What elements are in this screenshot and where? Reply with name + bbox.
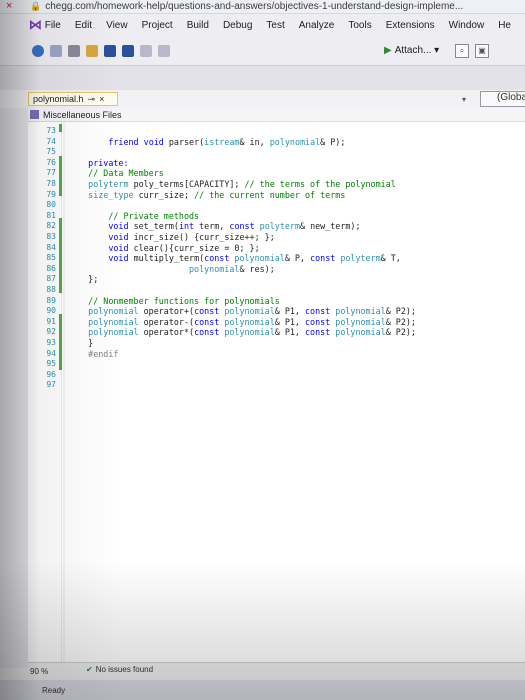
code-line[interactable]: void set_term(int term, const polyterm& … [68, 221, 518, 232]
code-line[interactable]: // Data Members [68, 168, 518, 179]
forward-icon[interactable] [50, 44, 62, 57]
find-icon[interactable]: ⌕ [455, 44, 469, 58]
line-number: 74 [46, 136, 56, 146]
code-line[interactable]: void multiply_term(const polynomial& P, … [68, 253, 518, 264]
menu-window[interactable]: Window [449, 20, 485, 31]
line-number: 94 [46, 348, 56, 358]
play-icon: ▶ [384, 45, 392, 56]
redo-icon[interactable] [158, 44, 170, 57]
code-line[interactable]: } [68, 338, 518, 349]
scope-dropdown[interactable]: (Globa [480, 91, 525, 107]
chevron-down-icon[interactable]: ▾ [462, 95, 466, 104]
project-context-bar[interactable]: Miscellaneous Files [28, 108, 525, 122]
change-marker [59, 314, 62, 370]
menu-extensions[interactable]: Extensions [386, 20, 435, 31]
left-tool-strip [0, 108, 28, 668]
code-line[interactable]: // Private methods [68, 211, 518, 222]
menu-bar: ⋈ File Edit View Project Build Debug Tes… [0, 14, 525, 36]
line-number: 85 [46, 253, 56, 263]
line-number: 80 [46, 200, 56, 210]
save-icon[interactable] [104, 44, 116, 57]
code-line[interactable]: polynomial& res); [68, 264, 518, 275]
menu-edit[interactable]: Edit [75, 20, 92, 31]
browser-address-bar[interactable]: × 🔒 chegg.com/homework-help/questions-an… [0, 0, 525, 14]
tab-label: polynomial.h [33, 94, 84, 104]
line-number: 97 [46, 380, 56, 390]
line-number: 73 [46, 126, 56, 135]
visual-studio-logo-icon: ⋈ [28, 17, 42, 32]
menu-project[interactable]: Project [142, 20, 173, 31]
line-number: 93 [46, 338, 56, 347]
tab-polynomial-h[interactable]: polynomial.h ⊸ × [28, 92, 118, 106]
line-number: 79 [46, 189, 56, 199]
line-number: 83 [46, 232, 56, 241]
menu-debug[interactable]: Debug [223, 20, 252, 31]
check-circle-icon: ✔ [86, 665, 93, 674]
code-line[interactable]: polyterm poly_terms[CAPACITY]; // the te… [68, 179, 518, 190]
code-line[interactable]: // Nonmember functions for polynomials [68, 296, 518, 307]
close-tab-icon[interactable]: × [99, 94, 104, 104]
issues-indicator[interactable]: ✔ No issues found [86, 665, 153, 674]
toolbar-separator [0, 66, 525, 90]
line-number: 87 [46, 274, 56, 284]
url-text[interactable]: chegg.com/homework-help/questions-and-an… [45, 1, 463, 12]
menu-view[interactable]: View [106, 20, 128, 31]
line-number: 76 [46, 157, 56, 167]
menu-help[interactable]: He [498, 20, 511, 31]
screen: × 🔒 chegg.com/homework-help/questions-an… [0, 0, 525, 700]
attach-button[interactable]: ▶ Attach... ▾ [384, 45, 439, 56]
change-marker [59, 124, 62, 132]
code-line[interactable]: size_type curr_size; // the current numb… [68, 190, 518, 201]
pin-icon[interactable]: ⊸ [88, 94, 96, 105]
back-icon[interactable] [32, 44, 44, 57]
open-folder-icon[interactable] [86, 44, 98, 57]
standard-toolbar: ▶ Attach... ▾ ⌕ ▣ [0, 36, 525, 66]
menu-file[interactable]: File [45, 20, 61, 31]
undo-icon[interactable] [140, 44, 152, 57]
save-all-icon[interactable] [122, 44, 134, 57]
code-line[interactable]: polynomial operator+(const polynomial& P… [68, 306, 518, 317]
line-number: 90 [46, 306, 56, 316]
fold-margin [63, 122, 65, 662]
code-line[interactable]: void clear(){curr_size = 0; }; [68, 243, 518, 254]
line-number: 96 [46, 369, 56, 379]
line-number: 95 [46, 359, 56, 369]
new-item-icon[interactable] [68, 44, 80, 57]
change-marker [59, 218, 62, 293]
code-line[interactable]: void incr_size() {curr_size++; }; [68, 232, 518, 243]
status-ready: Ready [42, 685, 66, 695]
menu-test[interactable]: Test [266, 20, 284, 31]
zoom-level[interactable]: 90 % [30, 667, 48, 676]
line-number: 81 [46, 210, 56, 220]
line-number: 78 [46, 179, 56, 188]
code-line[interactable]: friend void parser(istream& in, polynomi… [68, 137, 518, 148]
change-marker [59, 156, 62, 196]
code-line[interactable]: private: [68, 158, 518, 169]
code-editor[interactable]: 73 74 75 76 77 78 79 80 81 82 83 84 85 8… [28, 122, 525, 662]
status-bar: Ready [0, 680, 525, 700]
menu-tools[interactable]: Tools [348, 20, 371, 31]
line-number: 92 [46, 327, 56, 337]
misc-files-icon [30, 110, 39, 119]
code-line[interactable]: #endif [68, 349, 518, 360]
code-line[interactable]: polynomial operator*(const polynomial& P… [68, 327, 518, 338]
project-name: Miscellaneous Files [43, 109, 122, 120]
line-number: 82 [46, 221, 56, 231]
menu-build[interactable]: Build [187, 20, 209, 31]
menu-analyze[interactable]: Analyze [299, 20, 335, 31]
line-number: 84 [46, 242, 56, 252]
lock-icon: 🔒 [30, 1, 42, 11]
close-icon[interactable]: × [6, 0, 12, 12]
line-number: 75 [46, 147, 56, 157]
line-number: 77 [46, 168, 56, 178]
line-number: 86 [46, 263, 56, 273]
line-number: 89 [46, 295, 56, 305]
line-number: 91 [46, 316, 56, 326]
code-line[interactable]: }; [68, 274, 518, 285]
line-number: 88 [46, 285, 56, 294]
layout-icon[interactable]: ▣ [475, 44, 489, 58]
code-line[interactable]: polynomial operator-(const polynomial& P… [68, 317, 518, 328]
editor-status-bar: 90 % ✔ No issues found [28, 662, 525, 680]
